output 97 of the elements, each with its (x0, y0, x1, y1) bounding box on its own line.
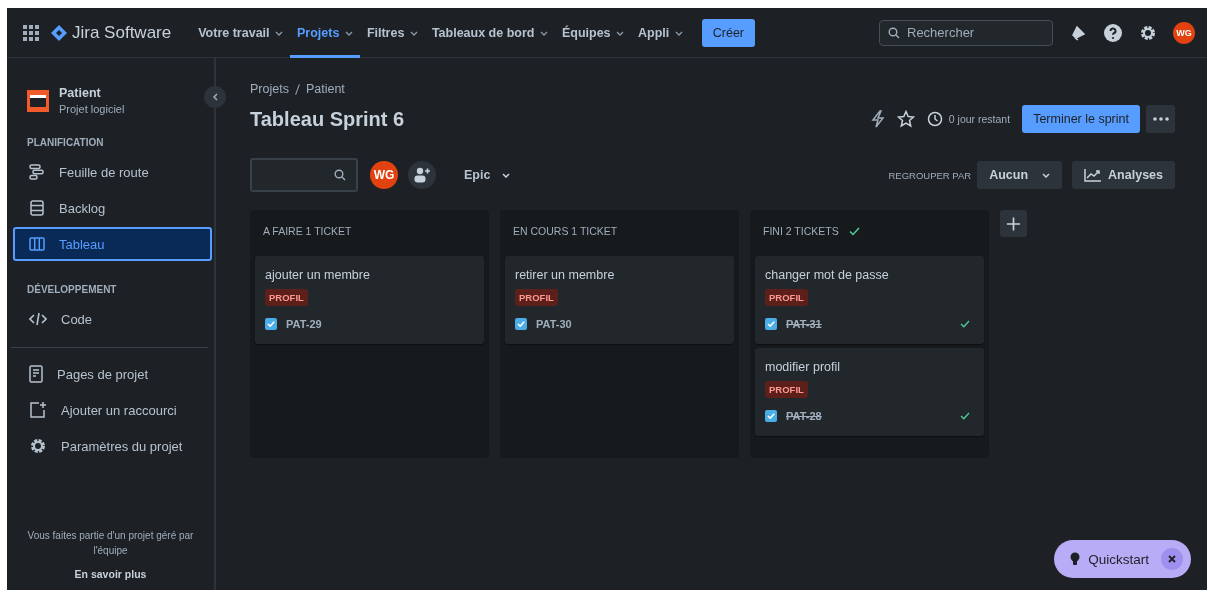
section-heading: DÉVELOPPEMENT (26, 284, 118, 295)
sidebar-item[interactable]: Code (13, 302, 212, 336)
lightbulb-icon (1070, 552, 1081, 566)
column-title: FINI 2 TICKETS (763, 225, 839, 237)
user-avatar[interactable]: WG (370, 161, 398, 189)
search-icon (334, 169, 346, 181)
chevron-down-icon (409, 30, 418, 36)
code-icon (29, 312, 47, 326)
breadcrumb-link[interactable]: Patient (305, 82, 345, 96)
issue-label: PROFIL (515, 289, 558, 306)
add-person-icon (414, 167, 430, 183)
chevron-down-icon (616, 30, 624, 36)
page-icon (29, 365, 43, 383)
quickstart-button[interactable]: Quickstart (1054, 540, 1191, 578)
nav-menu[interactable]: Équipes (554, 8, 631, 58)
breadcrumb-link[interactable]: Projets (250, 82, 289, 96)
add-shortcut-icon (29, 401, 47, 419)
project-name: Patient (59, 86, 102, 100)
help-icon[interactable] (1103, 22, 1123, 43)
group-by-label: REGROUPER PAR (888, 169, 972, 181)
chevron-down-icon (344, 30, 353, 36)
search-icon (888, 26, 900, 39)
plus-icon (1006, 215, 1021, 232)
sidebar-link[interactable]: Paramètres du projet (13, 429, 212, 463)
insights-button[interactable]: Analyses (1072, 161, 1175, 189)
section-heading: PLANIFICATION (26, 137, 105, 148)
column-title: A FAIRE 1 TICKET (263, 225, 352, 237)
board-search-field[interactable] (250, 158, 358, 192)
issue-label: PROFIL (765, 289, 808, 306)
issue-card[interactable]: ajouter un membre PROFIL PAT-29 (255, 256, 484, 344)
sidebar-item[interactable]: Backlog (13, 191, 212, 225)
task-icon (765, 318, 777, 330)
chart-icon (1084, 168, 1103, 182)
column-title: EN COURS 1 TICKET (513, 225, 618, 237)
chevron-down-icon (539, 30, 548, 36)
issue-key[interactable]: PAT-31 (786, 318, 822, 330)
backlog-icon (29, 200, 45, 216)
chevron-down-icon (501, 173, 510, 179)
issue-title: retirer un membre (515, 268, 615, 282)
learn-more-link[interactable]: En savoir plus (7, 568, 214, 580)
epic-dropdown[interactable]: Epic (458, 167, 516, 183)
notification-icon[interactable] (1069, 23, 1087, 42)
check-icon (960, 320, 970, 328)
sidebar-item[interactable]: Tableau (13, 227, 212, 261)
nav-menu[interactable]: Votre travail (191, 8, 290, 58)
sidebar-link[interactable]: Pages de projet (13, 357, 212, 391)
add-people-button[interactable] (408, 161, 436, 189)
issue-key[interactable]: PAT-28 (786, 410, 822, 422)
task-icon (265, 318, 277, 330)
lightning-icon[interactable] (870, 110, 885, 128)
sidebar-link[interactable]: Ajouter un raccourci (13, 393, 212, 427)
team-note: Vous faites partie d'un projet géré par l'équipe (26, 529, 195, 558)
issue-title: ajouter un membre (265, 268, 370, 282)
nav-menu[interactable]: Projets (290, 8, 360, 58)
logo-icon (51, 24, 67, 41)
nav-menu[interactable]: Tableaux de bord (424, 8, 555, 58)
user-avatar[interactable]: WG (1173, 21, 1195, 44)
issue-title: changer mot de passe (765, 268, 889, 282)
issue-label: PROFIL (765, 381, 808, 398)
issue-title: modifier profil (765, 360, 841, 374)
project-icon (27, 89, 49, 112)
collapse-button[interactable] (204, 86, 226, 108)
task-icon (765, 410, 777, 422)
board-title: Tableau Sprint 6 (250, 107, 405, 131)
nav-menu[interactable]: Appli (631, 8, 690, 58)
project-type: Projet logiciel (59, 103, 125, 115)
app-switcher-icon[interactable] (23, 24, 39, 41)
board-icon (29, 237, 45, 251)
nav-menu[interactable]: Filtres (359, 8, 425, 58)
chevron-down-icon (275, 30, 283, 36)
star-icon[interactable] (896, 110, 915, 128)
search-field[interactable]: Rechercher (879, 19, 1053, 46)
chevron-down-icon (1042, 172, 1051, 178)
chevron-down-icon (674, 30, 683, 36)
more-button[interactable] (1146, 105, 1175, 133)
days-remaining: 0 jour restant (948, 113, 1011, 125)
complete-sprint-button[interactable]: Terminer le sprint (1022, 105, 1140, 133)
add-column-button[interactable] (1000, 210, 1027, 237)
clock-icon (926, 111, 943, 127)
task-icon (515, 318, 527, 330)
more-icon (1152, 117, 1169, 121)
create-button[interactable]: Créer (701, 18, 755, 47)
issue-card[interactable]: changer mot de passe PROFIL PAT-31 (755, 256, 984, 344)
group-by-dropdown[interactable]: Aucun (977, 161, 1063, 189)
issue-card[interactable]: modifier profil PROFIL PAT-28 (755, 348, 984, 436)
issue-key[interactable]: PAT-30 (536, 318, 572, 330)
chevron-left-icon (212, 93, 218, 101)
issue-label: PROFIL (265, 289, 308, 306)
issue-card[interactable]: retirer un membre PROFIL PAT-30 (505, 256, 734, 344)
roadmap-icon (29, 164, 45, 180)
check-icon (960, 412, 970, 420)
settings-icon[interactable] (1139, 23, 1157, 42)
settings-icon (29, 437, 47, 455)
issue-key[interactable]: PAT-29 (286, 318, 322, 330)
close-icon[interactable] (1161, 548, 1183, 570)
product-name[interactable]: Jira Software (72, 22, 172, 43)
sidebar-item[interactable]: Feuille de route (13, 155, 212, 189)
